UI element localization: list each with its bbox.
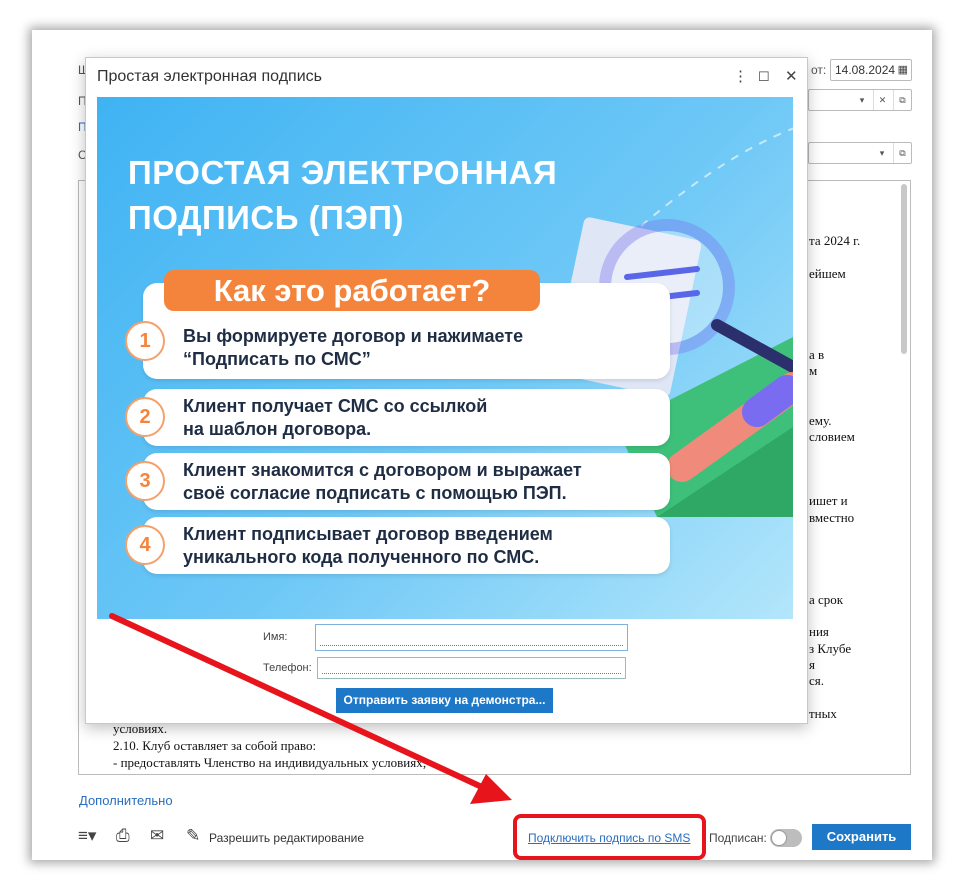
name-input[interactable] — [315, 624, 628, 651]
doc-fragment: з Клубе — [809, 641, 852, 656]
doc-fragment: ния — [809, 624, 829, 639]
signed-toggle[interactable] — [770, 829, 802, 847]
toggle-knob — [771, 830, 787, 846]
date-label: от: — [811, 63, 827, 77]
open-icon[interactable]: ⧉ — [893, 143, 911, 163]
step-text-line1: Клиент подписывает договор введением — [183, 524, 553, 544]
additional-link[interactable]: Дополнительно — [79, 793, 173, 808]
doc-fragment: я — [809, 657, 815, 672]
doc-fragment: а в — [809, 347, 825, 362]
allow-edit-button[interactable]: Разрешить редактирование — [209, 831, 364, 845]
banner-subtitle-pill: Как это работает? — [164, 270, 540, 311]
banner-title-line1: ПРОСТАЯ ЭЛЕКТРОННАЯ — [128, 154, 558, 191]
doc-fragment: вместно — [809, 510, 855, 525]
more-options-icon[interactable]: ⋮ — [733, 67, 748, 85]
dialog-title: Простая электронная подпись — [97, 68, 322, 85]
step-text-line2: своё согласие подписать с помощью ПЭП. — [183, 483, 567, 503]
doc-line-cut: - ............. Ч.............. ..... ..… — [113, 772, 385, 774]
doc-fragment: ейшем — [809, 266, 846, 281]
signed-label: Подписан: — [709, 831, 767, 845]
mail-icon[interactable]: ✉ — [150, 826, 164, 846]
close-icon[interactable]: ✕ — [785, 67, 798, 85]
validation-underline — [320, 645, 623, 646]
doc-line: 2.10. Клуб оставляет за собой право: — [113, 738, 317, 753]
annotation-highlight-box — [513, 814, 706, 860]
maximize-icon[interactable]: ☐ — [758, 69, 770, 85]
phone-input[interactable] — [317, 657, 626, 679]
doc-fragment: ся. — [809, 673, 824, 688]
chevron-down-icon[interactable]: ▾ — [873, 143, 891, 163]
doc-fragment: та 2024 г. — [809, 233, 861, 248]
step-text-line2: уникального кода полученного по СМС. — [183, 547, 540, 567]
step-number: 4 — [125, 525, 165, 565]
chevron-down-icon[interactable]: ▾ — [853, 90, 871, 110]
open-icon[interactable]: ⧉ — [893, 90, 911, 110]
scrollbar[interactable] — [901, 184, 907, 354]
name-label: Имя: — [263, 631, 288, 643]
menu-icon[interactable]: ≡▾ — [78, 826, 96, 846]
banner-title-line2: ПОДПИСЬ (ПЭП) — [128, 199, 405, 236]
step-text-line1: Клиент знакомится с договором и выражает — [183, 460, 582, 480]
doc-line: - предоставлять Членство на индивидуальн… — [113, 755, 427, 770]
phone-label: Телефон: — [263, 662, 312, 674]
step-number: 3 — [125, 461, 165, 501]
validation-underline — [322, 673, 621, 674]
step-text-line2: “Подписать по СМС” — [183, 349, 371, 369]
doc-fragment: а срок — [809, 592, 844, 607]
step-number: 2 — [125, 397, 165, 437]
step-number: 1 — [125, 321, 165, 361]
clear-icon[interactable]: ✕ — [873, 90, 891, 110]
step-card-3: 3 Клиент знакомится с договором и выража… — [125, 453, 670, 510]
doc-fragment: тных — [809, 706, 837, 721]
screenshot-canvas: Ш П П С от: 14.08.2024 ▦ ▾ ✕ ⧉ ▾ ⧉ услов… — [0, 0, 962, 891]
print-icon[interactable]: ⎙ — [116, 826, 130, 846]
combo-field-2[interactable]: ▾ ⧉ — [808, 142, 912, 164]
edit-document-icon[interactable]: ✎ — [186, 826, 200, 846]
calendar-icon[interactable]: ▦ — [898, 63, 908, 76]
step-card-4: 4 Клиент подписывает договор введением у… — [125, 517, 670, 574]
send-demo-request-button[interactable]: Отправить заявку на демонстра... — [336, 688, 553, 713]
date-value: 14.08.2024 — [835, 63, 896, 77]
date-input[interactable]: 14.08.2024 ▦ — [830, 59, 912, 81]
save-button[interactable]: Сохранить — [812, 824, 911, 850]
doc-fragment: словием — [809, 429, 855, 444]
doc-fragment: ишет и — [809, 493, 848, 508]
combo-field-1[interactable]: ▾ ✕ ⧉ — [808, 89, 912, 111]
doc-fragment: м — [809, 363, 818, 378]
step-text-line1: Вы формируете договор и нажимаете — [183, 326, 524, 346]
step-text-line2: на шаблон договора. — [183, 419, 372, 439]
doc-fragment: ему. — [809, 413, 832, 428]
step-card-2: 2 Клиент получает СМС со ссылкой на шабл… — [125, 389, 670, 446]
info-banner-image: ПРОСТАЯ ЭЛЕКТРОННАЯ ПОДПИСЬ (ПЭП) 1 Вы ф… — [97, 97, 793, 619]
step-text-line1: Клиент получает СМС со ссылкой — [183, 396, 488, 416]
